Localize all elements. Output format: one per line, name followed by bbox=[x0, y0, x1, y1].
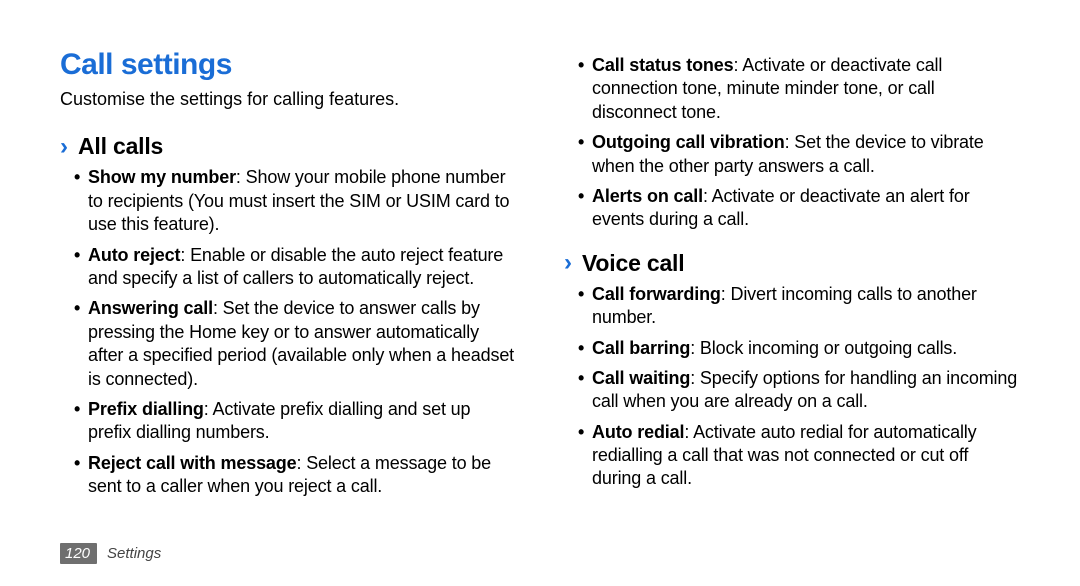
chevron-right-icon: › bbox=[564, 251, 572, 275]
chevron-right-icon: › bbox=[60, 135, 68, 159]
list-item: Call status tones: Activate or deactivat… bbox=[578, 54, 1020, 124]
all-calls-list: Show my number: Show your mobile phone n… bbox=[60, 166, 516, 498]
all-calls-list-cont: Call status tones: Activate or deactivat… bbox=[564, 54, 1020, 232]
list-item: Call forwarding: Divert incoming calls t… bbox=[578, 283, 1020, 330]
item-label: Outgoing call vibration bbox=[592, 132, 785, 152]
page-number: 120 bbox=[60, 543, 97, 564]
list-item: Auto redial: Activate auto redial for au… bbox=[578, 421, 1020, 491]
list-item: Call barring: Block incoming or outgoing… bbox=[578, 337, 1020, 360]
voice-call-list: Call forwarding: Divert incoming calls t… bbox=[564, 283, 1020, 491]
footer-section: Settings bbox=[107, 545, 161, 562]
list-item: Answering call: Set the device to answer… bbox=[74, 297, 516, 391]
item-text: : Block incoming or outgoing calls. bbox=[690, 338, 957, 358]
intro-text: Customise the settings for calling featu… bbox=[60, 88, 516, 111]
subhead-label: All calls bbox=[78, 133, 163, 160]
item-label: Auto reject bbox=[88, 245, 180, 265]
item-label: Call forwarding bbox=[592, 284, 721, 304]
right-column: Call status tones: Activate or deactivat… bbox=[564, 48, 1020, 518]
item-label: Show my number bbox=[88, 167, 236, 187]
list-item: Auto reject: Enable or disable the auto … bbox=[74, 244, 516, 291]
list-item: Call waiting: Specify options for handli… bbox=[578, 367, 1020, 414]
list-item: Outgoing call vibration: Set the device … bbox=[578, 131, 1020, 178]
content-columns: Call settings Customise the settings for… bbox=[60, 48, 1020, 518]
item-label: Alerts on call bbox=[592, 186, 703, 206]
list-item: Reject call with message: Select a messa… bbox=[74, 452, 516, 499]
list-item: Prefix dialling: Activate prefix diallin… bbox=[74, 398, 516, 445]
left-column: Call settings Customise the settings for… bbox=[60, 48, 516, 518]
item-label: Answering call bbox=[88, 298, 213, 318]
item-label: Call waiting bbox=[592, 368, 690, 388]
list-item: Alerts on call: Activate or deactivate a… bbox=[578, 185, 1020, 232]
item-label: Prefix dialling bbox=[88, 399, 204, 419]
subhead-voice-call: › Voice call bbox=[564, 250, 1020, 277]
item-label: Call barring bbox=[592, 338, 690, 358]
page-footer: 120 Settings bbox=[60, 543, 161, 564]
item-label: Reject call with message bbox=[88, 453, 297, 473]
subhead-all-calls: › All calls bbox=[60, 133, 516, 160]
list-item: Show my number: Show your mobile phone n… bbox=[74, 166, 516, 236]
page-title: Call settings bbox=[60, 48, 516, 82]
item-label: Auto redial bbox=[592, 422, 684, 442]
subhead-label: Voice call bbox=[582, 250, 684, 277]
item-label: Call status tones bbox=[592, 55, 734, 75]
